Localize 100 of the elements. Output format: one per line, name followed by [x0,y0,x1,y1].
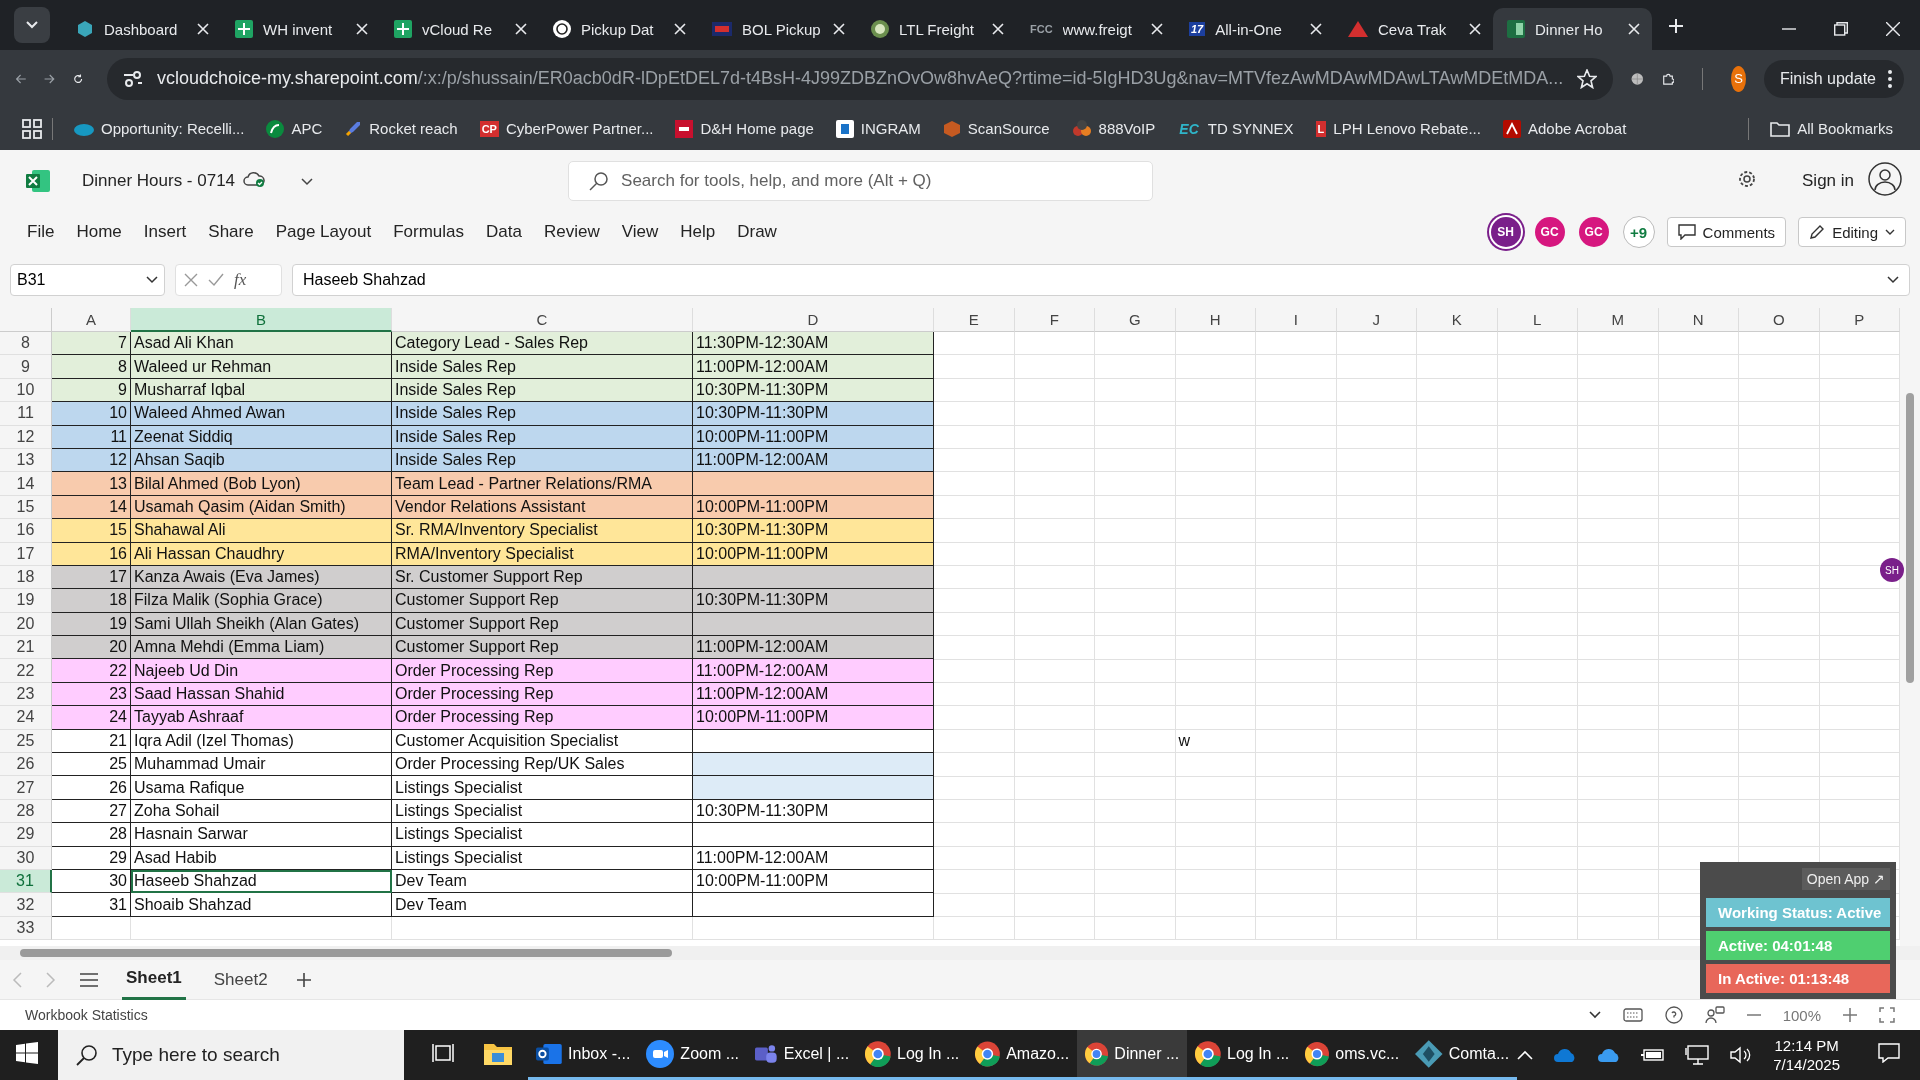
close-icon[interactable] [833,23,845,35]
column-header[interactable]: E [934,308,1015,332]
workbook-statistics[interactable]: Workbook Statistics [25,1007,148,1023]
settings-icon[interactable] [1736,168,1758,190]
row-header[interactable]: 12 [0,425,52,449]
browser-tab[interactable]: FCC www.freigt [1016,8,1175,50]
menu-tab[interactable]: Draw [726,222,788,242]
bookmark[interactable]: Opportunity: Recelli... [63,120,256,137]
new-tab-icon[interactable] [1668,18,1684,34]
menu-tab[interactable]: Page Layout [264,222,383,242]
row-header[interactable]: 16 [0,519,52,543]
start-icon[interactable] [16,1042,38,1064]
apps-grid-icon[interactable] [22,118,42,139]
bookmark[interactable]: Rocket reach [333,119,469,138]
column-header[interactable]: C [392,308,693,332]
add-sheet-icon[interactable] [295,971,312,988]
bookmark[interactable]: L LPH Lenovo Rebate... [1304,120,1492,137]
menu-tab[interactable]: Review [532,222,611,242]
name-box[interactable]: B31 [10,264,165,296]
column-header[interactable]: A [52,308,131,332]
taskbar-app[interactable]: Comta... [1407,1030,1518,1080]
help-icon[interactable] [1664,1006,1683,1024]
browser-tab[interactable]: 17 All-in-One [1175,8,1334,50]
document-title[interactable]: Dinner Hours - 0714 [82,171,236,191]
menu-tab[interactable]: Home [65,222,133,242]
cancel-icon[interactable] [184,273,198,287]
bookmark[interactable]: INGRAM [824,119,932,138]
row-header[interactable]: 30 [0,846,52,870]
fullscreen-icon[interactable] [1879,1007,1895,1023]
keyboard-icon[interactable] [1622,1008,1643,1022]
menu-tab[interactable]: Insert [132,222,198,242]
restore-icon[interactable] [1834,22,1848,36]
column-header[interactable]: H [1175,308,1256,332]
row-header[interactable]: 27 [0,776,52,800]
row-header[interactable]: 25 [0,729,52,754]
row-header[interactable]: 20 [0,612,52,637]
row-header[interactable]: 24 [0,706,52,730]
column-header[interactable]: P [1819,308,1900,332]
chevron-down-icon[interactable] [1588,1011,1601,1019]
formula-field[interactable]: Haseeb Shahzad [292,264,1910,296]
collaborator-avatar[interactable]: GC [1534,217,1565,247]
row-header[interactable]: 19 [0,589,52,613]
row-header[interactable]: 10 [0,378,52,403]
row-header[interactable]: 8 [0,332,52,356]
chevron-up-icon[interactable] [1517,1050,1534,1060]
zoom-in-icon[interactable] [1843,1008,1857,1022]
chevron-down-icon[interactable] [301,178,314,186]
update-button[interactable]: Finish update [1763,59,1904,98]
bookmark[interactable]: 888VoIP [1060,119,1167,138]
taskbar-app[interactable]: Log In ... [857,1030,968,1080]
row-header[interactable]: 23 [0,682,52,707]
collaborator-avatar[interactable]: SH [1490,217,1521,247]
bookmark[interactable]: CP CyberPower Partner... [468,120,665,137]
comments-button[interactable]: Comments [1666,217,1787,247]
site-settings-icon[interactable] [123,70,143,87]
taskbar-app[interactable]: Dinner ... [1077,1030,1188,1080]
column-header[interactable]: N [1658,308,1739,332]
menu-tab[interactable]: File [16,222,66,242]
column-header[interactable]: B [131,308,392,332]
column-header[interactable]: O [1739,308,1820,332]
browser-tab[interactable]: vCloud Re [380,8,539,50]
browser-tab[interactable]: LTL Freight [857,8,1016,50]
sign-in-link[interactable]: Sign in [1796,170,1860,192]
row-header[interactable]: 9 [0,355,52,379]
row-header[interactable]: 13 [0,448,52,473]
open-app-button[interactable]: Open App ↗ [1801,868,1890,890]
battery-icon[interactable] [1641,1048,1666,1062]
close-icon[interactable] [515,23,527,35]
taskbar-app[interactable]: Inbox -... [528,1030,639,1080]
insert-function-button[interactable]: fx [234,270,247,290]
column-header[interactable]: J [1336,308,1417,332]
row-header[interactable]: 33 [0,916,52,941]
menu-tab[interactable]: Share [197,222,265,242]
column-header[interactable]: L [1497,308,1578,332]
menu-tab[interactable]: Help [669,222,727,242]
taskbar-search[interactable]: Type here to search [58,1030,405,1080]
address-bar[interactable]: vcloudchoice-my.sharepoint.com/:x:/p/shussain/ER0acb0dR-lDpEtDEL7d-t4BsH-4J99ZDBZnOvOw8hvAeQ?rtime=id-5IgHD3Ug&nav=MTVfezAwMDAwMDAwLTAwMDEtMDA... [107,57,1614,100]
network-icon[interactable] [1685,1045,1710,1065]
search-field[interactable]: Search for tools, help, and more (Alt + Q) [568,161,1154,201]
column-header[interactable]: F [1014,308,1095,332]
row-header[interactable]: 32 [0,893,52,917]
close-icon[interactable] [1310,23,1322,35]
browser-tab[interactable]: BOL Pickup [698,8,857,50]
task-view-icon[interactable] [432,1043,455,1063]
row-header[interactable]: 17 [0,542,52,566]
folder-icon[interactable] [484,1041,513,1065]
browser-tab[interactable]: Dashboard [62,8,221,50]
menu-tab[interactable]: Data [475,222,533,242]
column-header[interactable]: M [1578,308,1659,332]
taskbar-app[interactable]: Log In ... [1187,1030,1298,1080]
bookmark[interactable]: D&H Home page [664,119,825,138]
taskbar-app[interactable]: Zoom ... [638,1030,748,1080]
bookmark[interactable]: ScanSource [931,119,1061,138]
row-header[interactable]: 14 [0,472,52,496]
column-header[interactable]: K [1417,308,1498,332]
menu-tab[interactable]: Formulas [382,222,475,242]
column-header[interactable]: G [1095,308,1176,332]
tab-search-button[interactable] [14,7,50,43]
editing-button[interactable]: Editing [1798,217,1906,247]
row-header[interactable]: 29 [0,823,52,847]
